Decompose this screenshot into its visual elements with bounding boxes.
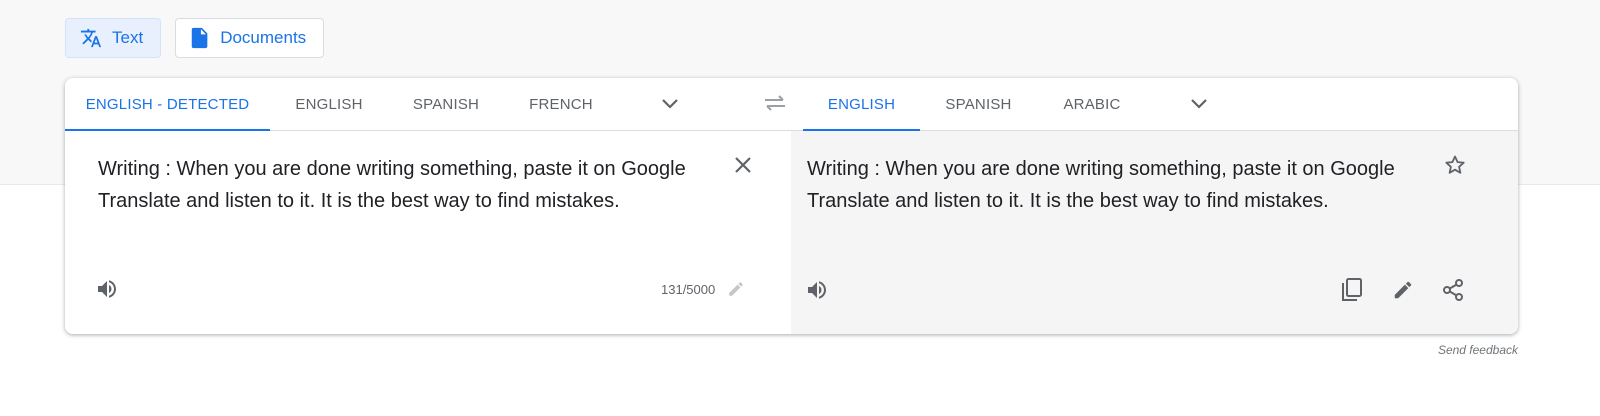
target-lang-tab-english[interactable]: ENGLISH	[803, 78, 920, 132]
source-pane: Writing : When you are done writing some…	[65, 131, 791, 334]
text-mode-button[interactable]: Text	[65, 18, 162, 58]
target-lang-tab-arabic[interactable]: ARABIC	[1037, 78, 1147, 131]
source-lang-tab-english[interactable]: ENGLISH	[270, 78, 388, 131]
send-feedback-link[interactable]: Send feedback	[1438, 343, 1518, 357]
swap-languages-button[interactable]	[760, 90, 790, 120]
target-pane: Writing : When you are done writing some…	[791, 131, 1518, 334]
target-lang-tab-spanish[interactable]: SPANISH	[920, 78, 1037, 131]
listen-source-button[interactable]	[91, 275, 123, 307]
save-translation-button[interactable]	[1439, 151, 1471, 183]
document-icon	[190, 27, 210, 49]
pencil-icon	[727, 280, 745, 303]
translate-icon	[80, 27, 102, 49]
chevron-down-icon	[661, 96, 679, 114]
language-bar: ENGLISH - DETECTED ENGLISH SPANISH FRENC…	[65, 78, 1518, 132]
character-count: 131/5000	[661, 282, 716, 297]
share-translation-button[interactable]	[1436, 275, 1470, 309]
speaker-icon	[805, 278, 829, 307]
copy-icon	[1340, 277, 1364, 308]
speaker-icon	[95, 277, 119, 306]
source-more-languages-button[interactable]	[655, 90, 685, 120]
chevron-down-icon	[1190, 96, 1208, 114]
pencil-icon	[1392, 279, 1414, 306]
documents-mode-button[interactable]: Documents	[175, 18, 325, 58]
documents-mode-label: Documents	[220, 28, 307, 47]
clear-source-button[interactable]	[727, 151, 759, 183]
listen-translation-button[interactable]	[801, 276, 833, 308]
source-lang-tab-detected[interactable]: ENGLISH - DETECTED	[65, 78, 270, 132]
translation-card: ENGLISH - DETECTED ENGLISH SPANISH FRENC…	[65, 78, 1518, 334]
swap-icon	[764, 94, 786, 117]
target-more-languages-button[interactable]	[1184, 90, 1214, 120]
close-icon	[734, 156, 752, 179]
star-icon	[1443, 153, 1467, 182]
source-lang-tab-french[interactable]: FRENCH	[504, 78, 618, 131]
source-lang-tab-spanish[interactable]: SPANISH	[388, 78, 504, 131]
handwriting-button[interactable]	[723, 278, 749, 304]
source-text-input[interactable]: Writing : When you are done writing some…	[98, 153, 718, 217]
copy-translation-button[interactable]	[1335, 275, 1369, 309]
translation-output: Writing : When you are done writing some…	[807, 158, 1395, 212]
edit-translation-button[interactable]	[1386, 275, 1420, 309]
mode-tabs: Text Documents	[65, 18, 325, 58]
share-icon	[1441, 278, 1465, 307]
text-mode-label: Text	[112, 28, 144, 47]
